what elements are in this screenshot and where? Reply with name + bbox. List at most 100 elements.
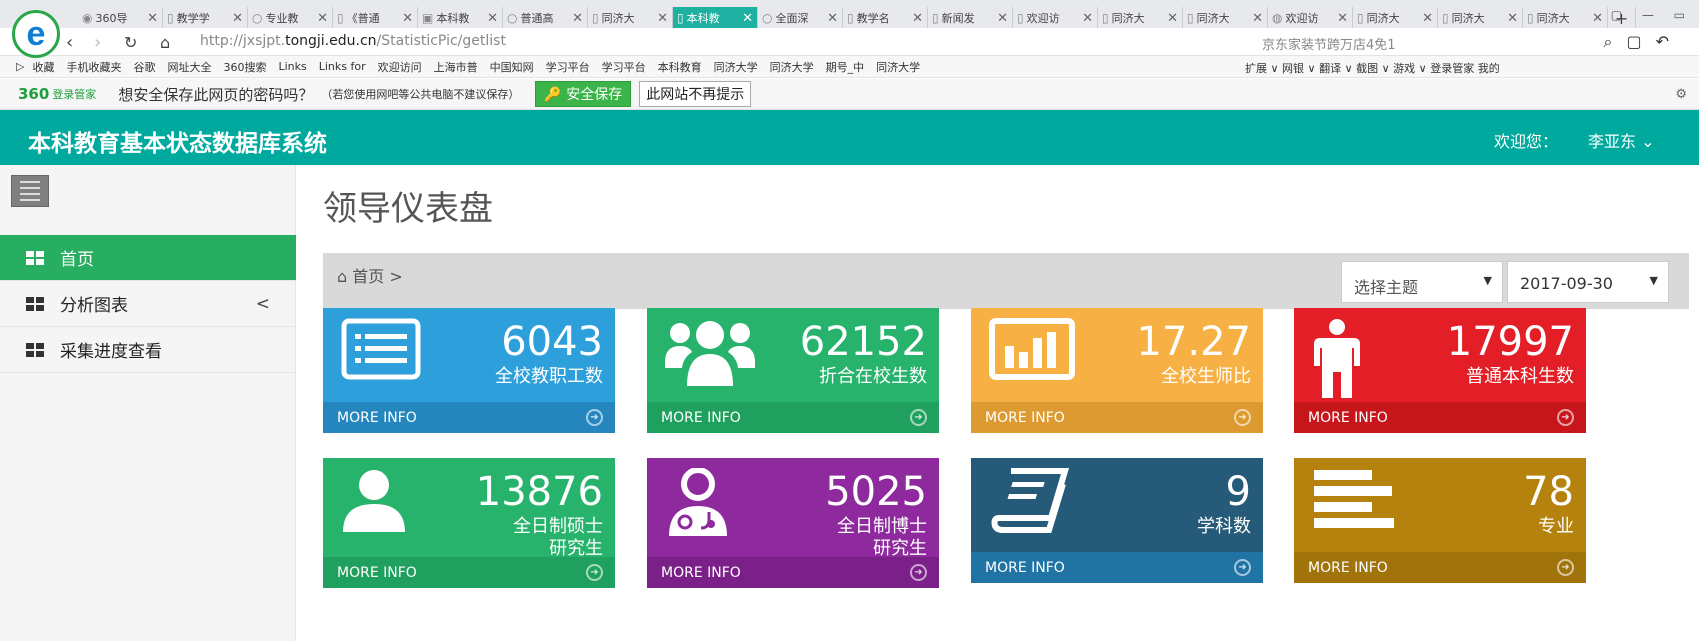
close-icon[interactable]: ✕: [657, 11, 668, 26]
more-info-link[interactable]: MORE INFO ➜: [647, 402, 939, 433]
more-info-link[interactable]: MORE INFO ➜: [971, 552, 1263, 583]
stat-card-4[interactable]: 13876 全日制硕士 研究生 MORE INFO ➜: [323, 458, 615, 588]
tab-10[interactable]: ▯ 新闻发 ✕: [928, 7, 1013, 29]
bookmark-15[interactable]: 期号_中: [826, 59, 865, 75]
bookmark-16[interactable]: 同济大学: [876, 59, 920, 75]
close-icon[interactable]: ✕: [487, 11, 498, 26]
home-icon[interactable]: ⌂: [160, 33, 170, 52]
tab-17[interactable]: ▯ 同济大 ✕: [1523, 7, 1608, 29]
bookmark-7[interactable]: 欢迎访问: [378, 59, 422, 75]
stat-card-2[interactable]: 17.27 全校生师比 MORE INFO ➜: [971, 308, 1263, 433]
more-info-link[interactable]: MORE INFO ➜: [323, 557, 615, 588]
close-icon[interactable]: ✕: [402, 11, 413, 26]
tab-2[interactable]: ○ 专业教 ✕: [248, 7, 333, 29]
more-info-link[interactable]: MORE INFO ➜: [323, 402, 615, 433]
close-icon[interactable]: ✕: [827, 11, 838, 26]
user-menu[interactable]: 李亚东 ⌄: [1588, 128, 1655, 152]
close-icon[interactable]: ✕: [317, 11, 328, 26]
close-icon[interactable]: ✕: [912, 11, 923, 26]
more-info-link[interactable]: MORE INFO ➜: [971, 402, 1263, 433]
arrow-circle-right-icon: ➜: [1234, 409, 1251, 426]
bookmark-13[interactable]: 同济大学: [714, 59, 758, 75]
date-select[interactable]: 2017-09-30 ▼: [1507, 261, 1669, 303]
tab-16[interactable]: ▯ 同济大 ✕: [1438, 7, 1523, 29]
close-icon[interactable]: ✕: [1422, 11, 1433, 26]
stat-card-0[interactable]: 6043 全校教职工数 MORE INFO ➜: [323, 308, 615, 433]
close-icon[interactable]: ✕: [997, 11, 1008, 26]
breadcrumb[interactable]: ⌂ 首页 >: [337, 263, 403, 287]
gear-icon[interactable]: ⚙: [1675, 87, 1687, 102]
tab-4[interactable]: ▣ 本科教 ✕: [418, 7, 503, 29]
close-icon[interactable]: ✕: [742, 11, 753, 26]
bookmark-0[interactable]: 收藏: [32, 59, 54, 75]
tab-13[interactable]: ▯ 同济大 ✕: [1183, 7, 1268, 29]
sidebar-item-0[interactable]: 首页: [0, 235, 296, 281]
brand-360: 360: [18, 85, 50, 103]
tab-5[interactable]: ○ 普通高 ✕: [503, 7, 588, 29]
close-icon[interactable]: ✕: [1252, 11, 1263, 26]
bookmark-11[interactable]: 学习平台: [602, 59, 646, 75]
back-icon[interactable]: ‹: [66, 32, 73, 53]
close-icon[interactable]: ✕: [1082, 11, 1093, 26]
never-prompt-button[interactable]: 此网站不再提示: [639, 81, 752, 107]
tab-0[interactable]: ◉ 360导 ✕: [78, 7, 163, 29]
tab-1[interactable]: ▯ 教学学 ✕: [163, 7, 248, 29]
bookmark-3[interactable]: 网址大全: [167, 59, 211, 75]
stat-value: 78: [1523, 469, 1574, 515]
bookmark-4[interactable]: 360搜索: [223, 59, 266, 75]
sidebar-item-2[interactable]: 采集进度查看: [0, 327, 296, 373]
close-icon[interactable]: ✕: [1507, 11, 1518, 26]
tab-3[interactable]: ▯ 《普通 ✕: [333, 7, 418, 29]
tab-label: 同济大: [1366, 12, 1400, 25]
bookmark-1[interactable]: 手机收藏夹: [66, 59, 121, 75]
bookmark-6[interactable]: Links for: [319, 60, 366, 73]
window-controls[interactable]: ▢ — ▭: [1611, 8, 1693, 22]
stat-card-1[interactable]: 62152 折合在校生数 MORE INFO ➜: [647, 308, 939, 433]
bookmark-2[interactable]: 谷歌: [133, 59, 155, 75]
sidebar-toggle-icon[interactable]: ▷: [16, 60, 24, 73]
password-notice-bar: 360 登录管家 想安全保存此网页的密码吗？ （若您使用网吧等公共电脑不建议保存…: [0, 79, 1699, 110]
tab-9[interactable]: ▯ 教学名 ✕: [843, 7, 928, 29]
stat-card-5[interactable]: 5025 全日制博士 研究生 MORE INFO ➜: [647, 458, 939, 588]
close-icon[interactable]: ✕: [1592, 11, 1603, 26]
stat-card-6[interactable]: 9 学科数 MORE INFO ➜: [971, 458, 1263, 583]
close-icon[interactable]: ✕: [1167, 11, 1178, 26]
page-icon: ▯: [677, 11, 684, 25]
bookmark-10[interactable]: 学习平台: [546, 59, 590, 75]
close-icon[interactable]: ✕: [572, 11, 583, 26]
close-icon[interactable]: ✕: [232, 11, 243, 26]
close-icon[interactable]: ✕: [147, 11, 158, 26]
menu-toggle-icon[interactable]: [11, 175, 49, 207]
close-icon[interactable]: ✕: [1337, 11, 1348, 26]
bookmark-9[interactable]: 中国知网: [490, 59, 534, 75]
forward-icon[interactable]: ›: [94, 32, 101, 53]
arrow-circle-right-icon: ➜: [1234, 559, 1251, 576]
more-info-link[interactable]: MORE INFO ➜: [1294, 552, 1586, 583]
save-password-button[interactable]: 🔑 安全保存: [535, 81, 632, 107]
bookmark-8[interactable]: 上海市普: [434, 59, 478, 75]
bookmark-tools[interactable]: 扩展 ∨ 网银 ∨ 翻译 ∨ 截图 ∨ 游戏 ∨ 登录管家 我的: [1245, 60, 1500, 76]
tab-8[interactable]: ○ 全面深 ✕: [758, 7, 843, 29]
address-ad-text[interactable]: 京东家装节跨万店4免1: [1262, 34, 1396, 53]
tab-14[interactable]: ◍ 欢迎访 ✕: [1268, 7, 1353, 29]
more-info-link[interactable]: MORE INFO ➜: [1294, 402, 1586, 433]
tab-15[interactable]: ▯ 同济大 ✕: [1353, 7, 1438, 29]
bookmark-12[interactable]: 本科教育: [658, 59, 702, 75]
tab-6[interactable]: ▯ 同济大 ✕: [588, 7, 673, 29]
browser-logo-icon[interactable]: e: [12, 10, 60, 58]
theme-select[interactable]: 选择主题 ▼: [1341, 261, 1503, 303]
tab-7[interactable]: ▯ 本科教 ✕: [673, 7, 758, 29]
tab-label: 本科教: [686, 12, 720, 25]
bookmark-5[interactable]: Links: [278, 60, 306, 73]
reload-icon[interactable]: ↻: [124, 33, 137, 52]
stat-card-7[interactable]: 78 专业 MORE INFO ➜: [1294, 458, 1586, 583]
url-field[interactable]: http://jxsjpt.tongji.edu.cn/StatisticPic…: [200, 33, 506, 49]
tab-12[interactable]: ▯ 同济大 ✕: [1098, 7, 1183, 29]
chevron-left-icon: <: [255, 293, 270, 314]
address-tools[interactable]: ⌕▢↶: [1604, 32, 1683, 52]
sidebar-item-1[interactable]: 分析图表 <: [0, 281, 296, 327]
stat-card-3[interactable]: 17997 普通本科生数 MORE INFO ➜: [1294, 308, 1586, 433]
bookmark-14[interactable]: 同济大学: [770, 59, 814, 75]
tab-11[interactable]: ▯ 欢迎访 ✕: [1013, 7, 1098, 29]
more-info-link[interactable]: MORE INFO ➜: [647, 557, 939, 588]
